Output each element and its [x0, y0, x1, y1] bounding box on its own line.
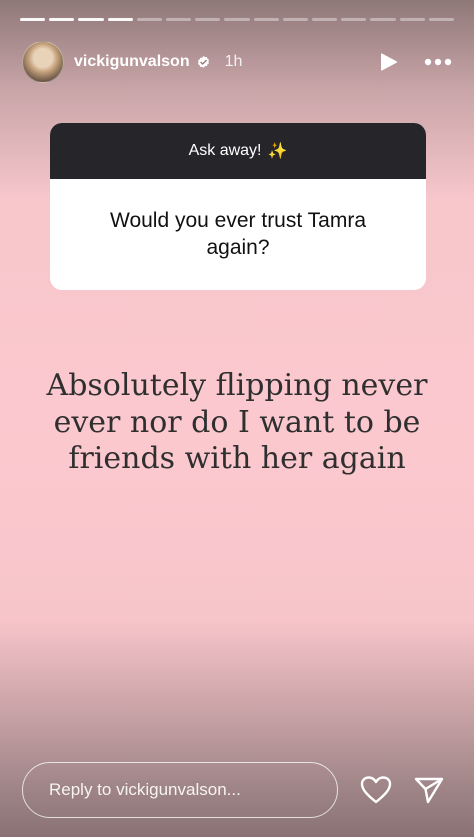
story-footer: Reply to vickigunvalson...	[22, 762, 452, 818]
story-progress-bar	[20, 18, 455, 21]
progress-segment	[370, 18, 396, 21]
progress-segment	[224, 18, 250, 21]
story-header: vickigunvalson 1h	[22, 40, 452, 84]
progress-segment	[253, 18, 279, 21]
question-text: Would you ever trust Tamra again?	[110, 209, 366, 259]
answer-text: Absolutely flipping never ever nor do I …	[46, 368, 428, 477]
progress-segment	[166, 18, 192, 21]
username[interactable]: vickigunvalson	[74, 53, 190, 71]
sparkle-icon: ✨	[267, 143, 288, 160]
avatar[interactable]	[22, 41, 64, 83]
story-viewer[interactable]: vickigunvalson 1h Ask away! ✨ Would you …	[0, 0, 474, 837]
progress-segment	[20, 18, 46, 21]
progress-segment	[78, 18, 104, 21]
play-icon[interactable]	[380, 52, 398, 72]
verified-badge-icon	[197, 55, 209, 68]
more-options-icon[interactable]	[424, 58, 452, 66]
question-sticker: Ask away! ✨ Would you ever trust Tamra a…	[50, 123, 426, 290]
progress-segment	[341, 18, 367, 21]
progress-segment	[282, 18, 309, 21]
progress-segment	[312, 18, 338, 21]
progress-segment	[49, 18, 75, 21]
post-time: 1h	[224, 53, 243, 70]
progress-segment	[195, 18, 221, 21]
question-sticker-title: Ask away!	[188, 142, 262, 159]
progress-segment	[107, 18, 133, 21]
heart-icon[interactable]	[360, 775, 392, 805]
send-icon[interactable]	[414, 776, 444, 804]
progress-segment	[428, 18, 455, 21]
question-sticker-header: Ask away! ✨	[50, 123, 426, 179]
reply-input[interactable]: Reply to vickigunvalson...	[22, 762, 338, 818]
progress-segment	[136, 18, 163, 21]
progress-segment	[399, 18, 425, 21]
